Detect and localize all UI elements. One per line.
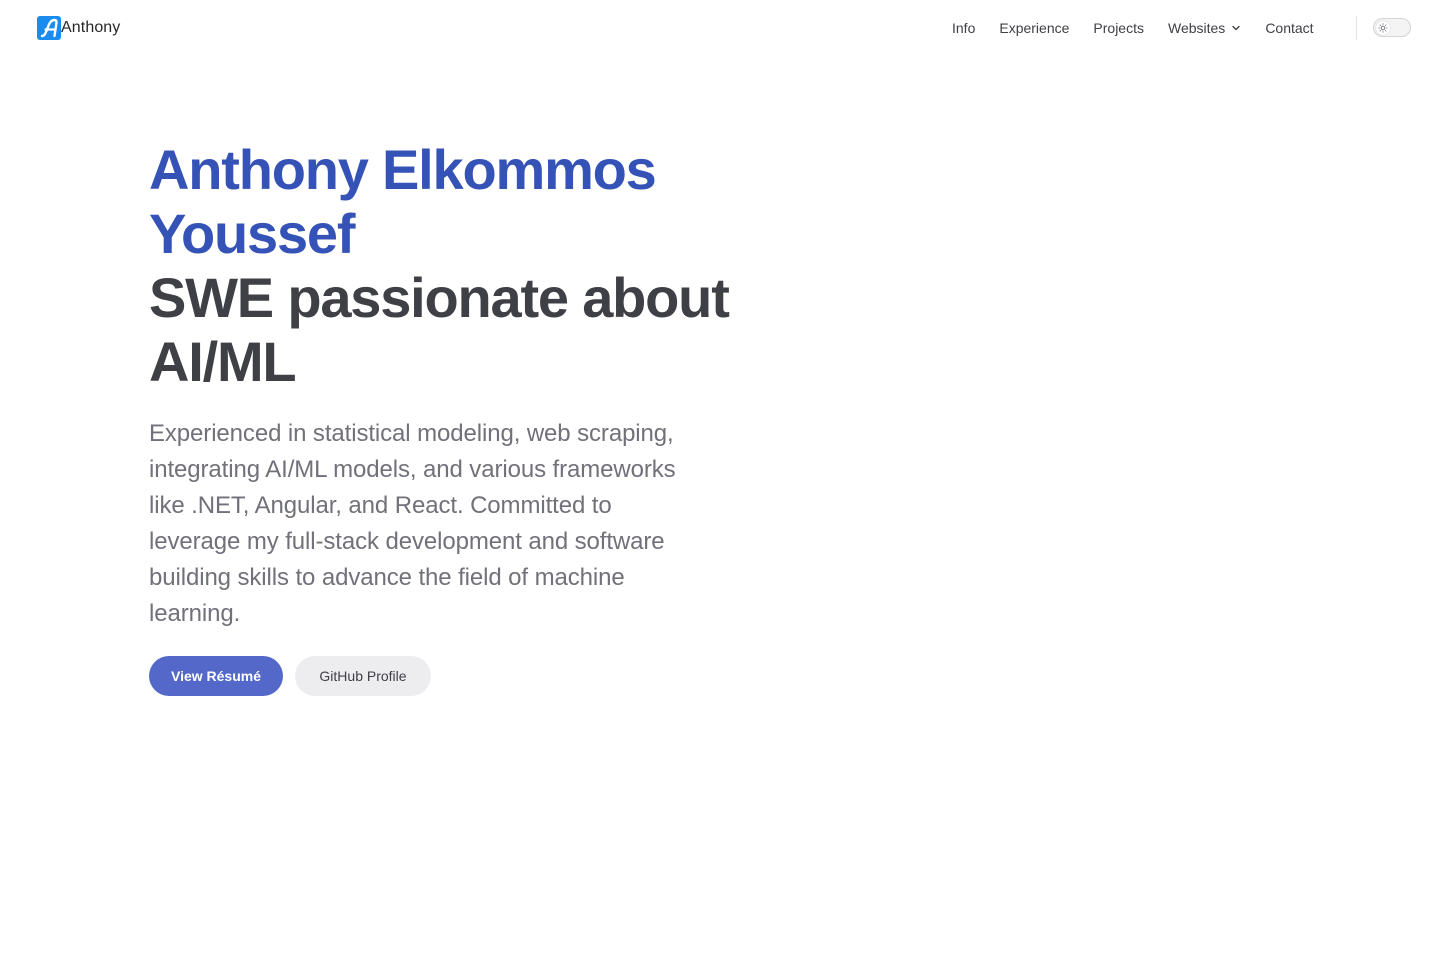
view-resume-button[interactable]: View Résumé [149,656,283,696]
hero-section: Anthony Elkommos Youssef SWE passionate … [149,138,730,632]
brand-name: Anthony [61,19,121,36]
hero-tagline: SWE passionate about AI/ML [149,266,730,393]
hero-actions: View Résumé GitHub Profile [149,656,431,696]
sun-icon [1376,20,1390,35]
hero-name: Anthony Elkommos Youssef [149,138,657,265]
site-header: Anthony Info Experience Projects Website… [0,0,1450,56]
nav-item-experience[interactable]: Experience [999,20,1069,36]
nav-item-websites[interactable]: Websites [1168,20,1241,36]
hero-description: Experienced in statistical modeling, web… [149,420,676,627]
nav-divider [1356,16,1357,40]
github-profile-button[interactable]: GitHub Profile [295,656,431,696]
theme-toggle[interactable] [1373,18,1411,37]
nav-item-contact[interactable]: Contact [1265,20,1313,36]
nav-item-projects[interactable]: Projects [1093,20,1144,36]
chevron-down-icon [1231,23,1241,33]
nav-item-info[interactable]: Info [952,20,975,36]
main-nav: Info Experience Projects Websites Contac… [952,18,1314,38]
brand-home-link[interactable]: Anthony [37,16,120,40]
page: Anthony Info Experience Projects Website… [0,0,1450,967]
brand-logo-icon [37,16,61,40]
hero-heading: Anthony Elkommos Youssef SWE passionate … [149,138,730,394]
nav-item-websites-label: Websites [1167,20,1226,36]
